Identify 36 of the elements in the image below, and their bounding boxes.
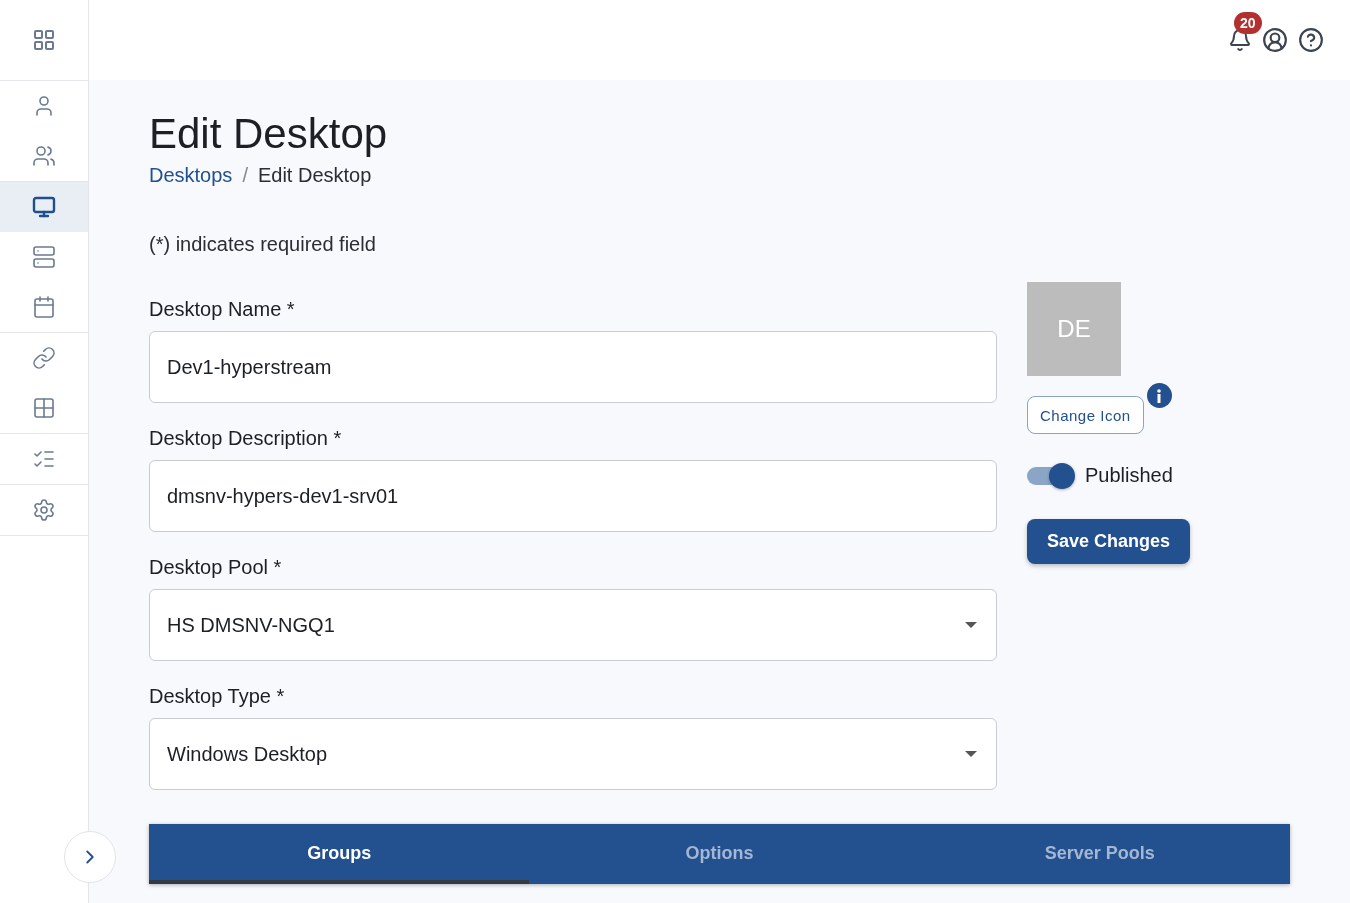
change-icon-button[interactable]: Change Icon: [1027, 396, 1144, 434]
page-title: Edit Desktop: [149, 110, 389, 158]
apps-grid-icon[interactable]: [32, 28, 56, 52]
field-label: Desktop Description *: [149, 427, 343, 450]
notification-count: 20: [1234, 12, 1262, 34]
text-input[interactable]: Dev1-hyperstream: [149, 331, 997, 403]
dropdown-caret-icon: [964, 621, 978, 629]
tab[interactable]: Options: [529, 824, 910, 884]
dropdown-caret-icon: [964, 750, 978, 758]
select-field[interactable]: Windows Desktop: [149, 718, 997, 790]
save-changes-button[interactable]: Save Changes: [1027, 519, 1191, 564]
sidebar-item[interactable]: [0, 182, 88, 232]
user-account-icon[interactable]: [1262, 27, 1288, 53]
calendar-icon: [32, 295, 56, 319]
tab[interactable]: Server Pools: [909, 824, 1290, 884]
field-label: Desktop Type *: [149, 685, 286, 708]
field-label: Desktop Name *: [149, 298, 296, 321]
notifications-bell-icon[interactable]: [1228, 28, 1252, 52]
link-icon: [32, 346, 56, 370]
desktop-icon-preview: DE: [1027, 282, 1121, 376]
settings-icon: [32, 498, 56, 522]
breadcrumb-current: Edit Desktop: [257, 164, 372, 187]
grid-icon: [32, 396, 56, 420]
breadcrumb-link[interactable]: Desktops: [149, 164, 233, 187]
monitor-icon: [32, 195, 56, 219]
tab[interactable]: Groups: [149, 824, 530, 884]
users-icon: [32, 144, 56, 168]
info-icon[interactable]: [1146, 383, 1172, 408]
toggle-label: Published: [1085, 464, 1173, 487]
field-label: Desktop Pool *: [149, 556, 283, 579]
server-icon: [32, 245, 56, 269]
text-input[interactable]: dmsnv-hypers-dev1-srv01: [149, 460, 997, 532]
breadcrumb-separator: /: [242, 164, 248, 187]
select-field[interactable]: HS DMSNV-NGQ1: [149, 589, 997, 661]
required-field-note: (*) indicates required field: [149, 233, 377, 256]
help-icon[interactable]: [1298, 27, 1324, 53]
